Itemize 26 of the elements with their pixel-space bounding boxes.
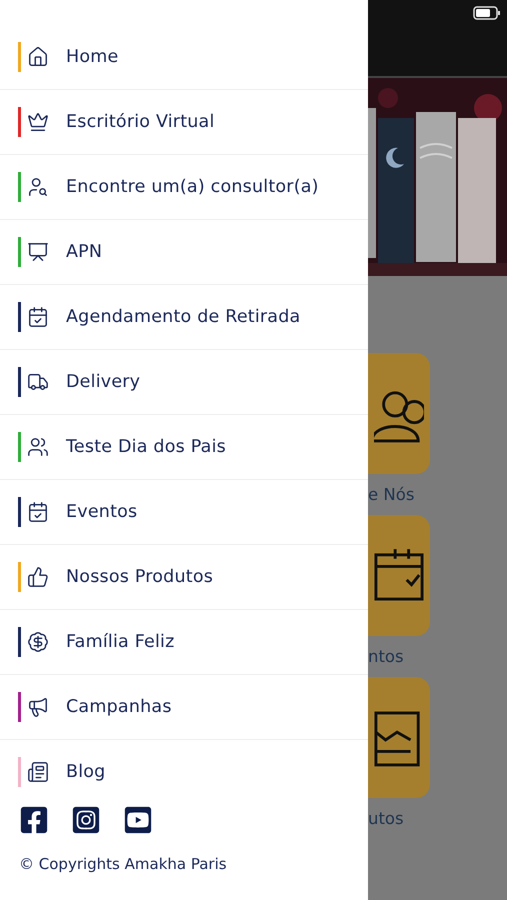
thumbs-up-icon (27, 566, 49, 588)
menu-item[interactable]: Agendamento de Retirada (0, 285, 368, 350)
tile-background[interactable] (368, 677, 430, 798)
tile-label: ntos (368, 647, 405, 666)
battery-icon (473, 6, 501, 20)
people-icon (27, 436, 49, 458)
dollar-badge-icon (27, 631, 49, 653)
instagram-icon[interactable] (71, 805, 101, 835)
presentation-icon (27, 241, 49, 263)
calendar-icon (27, 306, 49, 328)
truck-icon (27, 371, 49, 393)
tile-label: e Nós (368, 485, 416, 504)
home-icon (27, 46, 49, 68)
calendar-icon (27, 501, 49, 523)
user-search-icon (27, 176, 49, 198)
megaphone-icon (27, 696, 49, 718)
menu-item[interactable]: Eventos (0, 480, 368, 545)
tile-label: utos (368, 809, 405, 828)
menu-item[interactable]: Família Feliz (0, 610, 368, 675)
copyright-text: © Copyrights Amakha Paris (19, 855, 228, 873)
tile-background[interactable] (368, 353, 430, 474)
tile-background[interactable] (368, 515, 430, 636)
newspaper-icon (27, 761, 49, 783)
facebook-icon[interactable] (19, 805, 49, 835)
youtube-icon[interactable] (123, 805, 153, 835)
crown-icon (27, 111, 49, 133)
